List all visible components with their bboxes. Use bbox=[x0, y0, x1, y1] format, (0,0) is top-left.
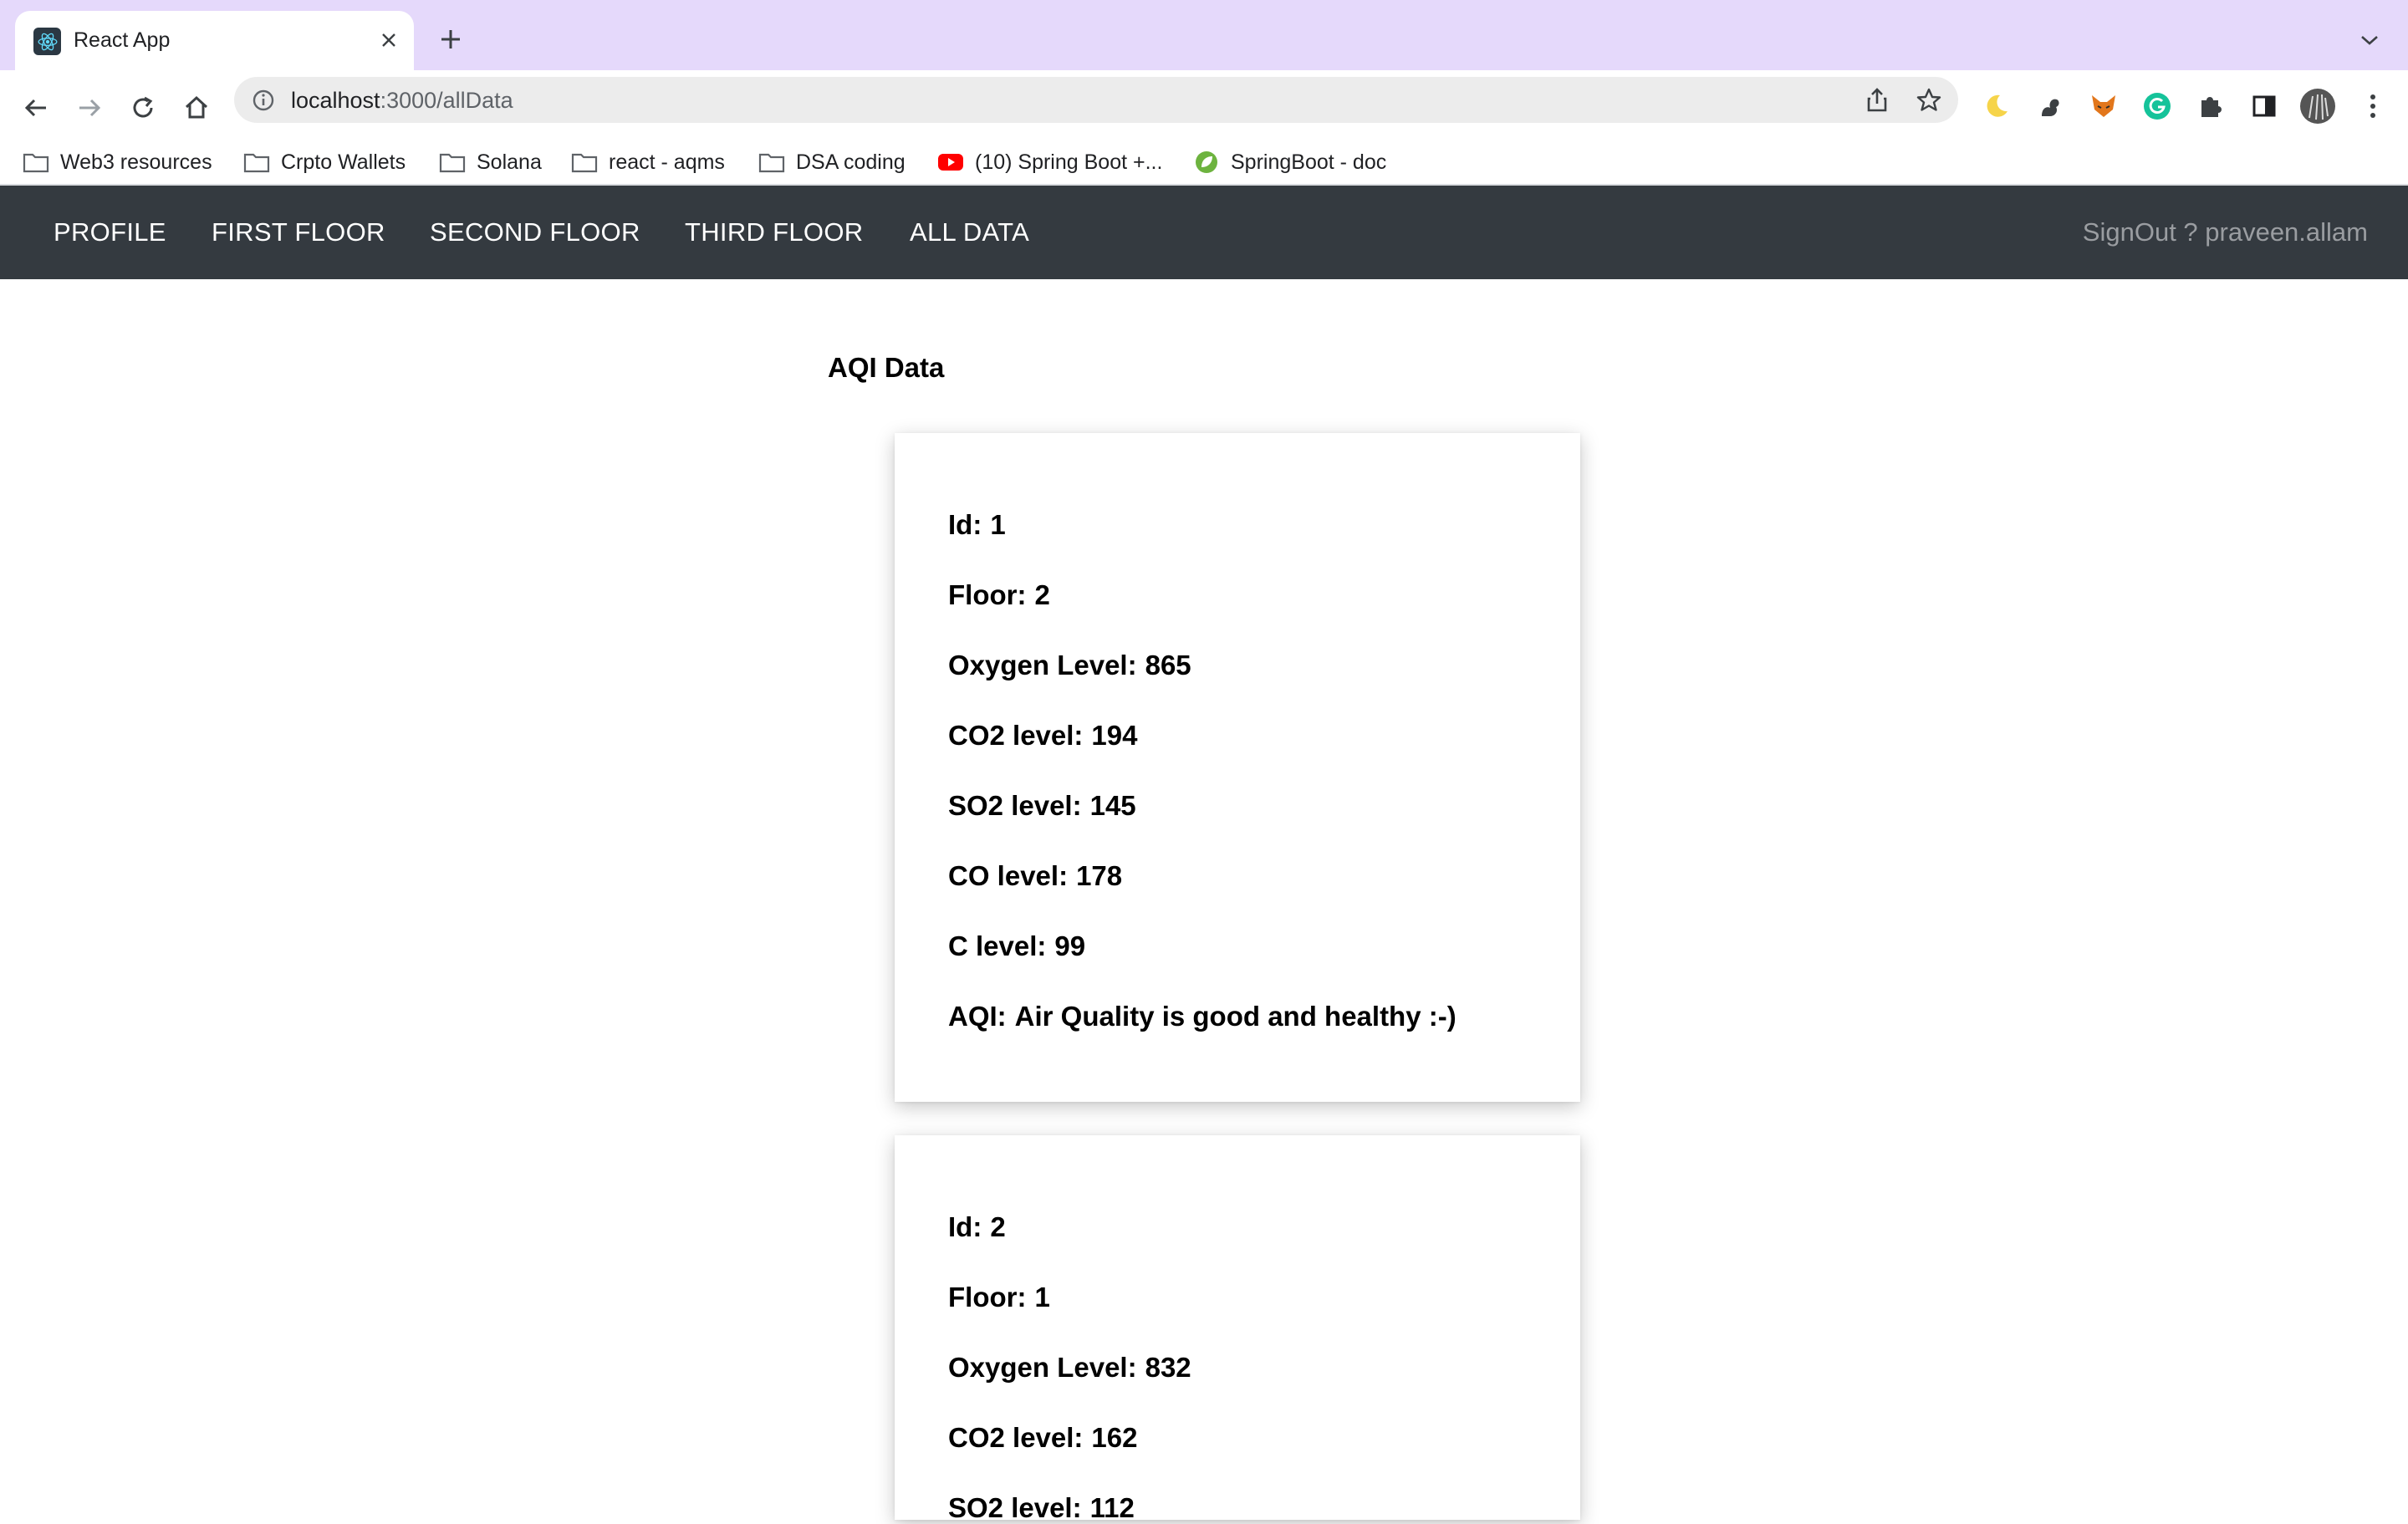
field-label: SO2 level: bbox=[948, 790, 1082, 821]
bookmark-label: react - aqms bbox=[609, 150, 725, 174]
grammarly-icon[interactable] bbox=[2139, 88, 2176, 125]
moon-icon[interactable] bbox=[1978, 88, 2015, 125]
field-value: 112 bbox=[1089, 1492, 1135, 1523]
record-c-level: C level: 99 bbox=[948, 930, 1085, 962]
bookmark-spring-boot-video[interactable]: (10) Spring Boot +... bbox=[936, 147, 1162, 177]
field-value: Air Quality is good and healthy :-) bbox=[1014, 1001, 1457, 1032]
bookmark-dsa-coding[interactable]: DSA coding bbox=[758, 147, 906, 177]
folder-icon bbox=[570, 150, 599, 175]
nav-third-floor[interactable]: THIRD FLOOR bbox=[685, 217, 863, 247]
bookmark-solana[interactable]: Solana bbox=[438, 147, 542, 177]
kebab-menu-icon[interactable] bbox=[2354, 88, 2391, 125]
field-value: 1 bbox=[990, 509, 1006, 540]
bookmark-label: DSA coding bbox=[796, 150, 906, 174]
record-co-level: CO level: 178 bbox=[948, 860, 1122, 892]
new-tab-button[interactable] bbox=[435, 23, 467, 55]
record-so2-level: SO2 level: 145 bbox=[948, 790, 1136, 822]
field-value: 2 bbox=[1034, 579, 1050, 610]
puzzle-icon[interactable] bbox=[2192, 88, 2229, 125]
field-value: 194 bbox=[1091, 720, 1138, 751]
field-value: 178 bbox=[1076, 860, 1123, 891]
field-label: Oxygen Level: bbox=[948, 650, 1137, 680]
record-so2-level: SO2 level: 112 bbox=[948, 1492, 1135, 1524]
share-icon[interactable] bbox=[1863, 86, 1891, 115]
bookmarks-bar: Web3 resources Crpto Wallets Solana reac… bbox=[0, 139, 2408, 186]
fox-icon[interactable] bbox=[2085, 88, 2122, 125]
url-host: localhost bbox=[291, 88, 380, 113]
field-label: Floor: bbox=[948, 1282, 1027, 1312]
field-value: 145 bbox=[1089, 790, 1136, 821]
signout-link[interactable]: SignOut ? praveen.allam bbox=[2083, 217, 2368, 247]
record-co2-level: CO2 level: 194 bbox=[948, 720, 1137, 752]
nav-second-floor[interactable]: SECOND FLOOR bbox=[430, 217, 640, 247]
react-logo-icon bbox=[33, 28, 61, 55]
bookmark-label: Solana bbox=[477, 150, 542, 174]
field-label: Id: bbox=[948, 1211, 982, 1242]
app-navbar: PROFILE FIRST FLOOR SECOND FLOOR THIRD F… bbox=[0, 186, 2408, 279]
field-label: CO level: bbox=[948, 860, 1069, 891]
tab-strip: React App bbox=[0, 0, 2408, 70]
field-value: 1 bbox=[1034, 1282, 1050, 1312]
nav-first-floor[interactable]: FIRST FLOOR bbox=[212, 217, 385, 247]
squirrel-icon[interactable] bbox=[2032, 88, 2069, 125]
aqi-record-card: Id: 2 Floor: 1 Oxygen Level: 832 CO2 level:… bbox=[895, 1135, 1580, 1523]
field-value: 865 bbox=[1145, 650, 1191, 680]
field-label: Id: bbox=[948, 509, 982, 540]
record-oxygen-level: Oxygen Level: 832 bbox=[948, 1352, 1191, 1384]
bookmark-label: Crpto Wallets bbox=[281, 150, 406, 174]
close-tab-icon[interactable] bbox=[374, 25, 404, 55]
record-floor: Floor: 1 bbox=[948, 1282, 1050, 1313]
bookmark-react-aqms[interactable]: react - aqms bbox=[570, 147, 725, 177]
profile-avatar[interactable] bbox=[2299, 88, 2336, 125]
bookmark-crypto-wallets[interactable]: Crpto Wallets bbox=[242, 147, 406, 177]
field-value: 2 bbox=[990, 1211, 1006, 1242]
youtube-icon bbox=[936, 150, 965, 175]
field-label: AQI: bbox=[948, 1001, 1007, 1032]
field-value: 162 bbox=[1091, 1422, 1138, 1453]
field-label: Floor: bbox=[948, 579, 1027, 610]
browser-toolbar: localhost:3000/allData Web3 resources Cr… bbox=[0, 70, 2408, 201]
bookmark-label: SpringBoot - doc bbox=[1231, 150, 1387, 174]
record-oxygen-level: Oxygen Level: 865 bbox=[948, 650, 1191, 681]
back-arrow-icon[interactable] bbox=[15, 87, 57, 129]
nav-all-data[interactable]: ALL DATA bbox=[910, 217, 1029, 247]
record-id: Id: 2 bbox=[948, 1211, 1006, 1243]
record-floor: Floor: 2 bbox=[948, 579, 1050, 611]
field-label: C level: bbox=[948, 930, 1047, 961]
browser-tab[interactable]: React App bbox=[15, 11, 414, 70]
tab-title: React App bbox=[74, 28, 171, 52]
record-co2-level: CO2 level: 162 bbox=[948, 1422, 1137, 1454]
reload-icon[interactable] bbox=[122, 87, 164, 129]
tab-search-chevron-icon[interactable] bbox=[2354, 25, 2385, 55]
folder-icon bbox=[22, 150, 50, 175]
bookmark-label: Web3 resources bbox=[60, 150, 212, 174]
field-label: CO2 level: bbox=[948, 720, 1084, 751]
url-path: :3000/allData bbox=[380, 88, 513, 113]
bookmark-star-icon[interactable] bbox=[1915, 86, 1943, 115]
aqi-record-card: Id: 1 Floor: 2 Oxygen Level: 865 CO2 level:… bbox=[895, 433, 1580, 1102]
field-label: CO2 level: bbox=[948, 1422, 1084, 1453]
url-text: localhost:3000/allData bbox=[291, 88, 513, 114]
page-title: AQI Data bbox=[828, 352, 945, 383]
folder-icon bbox=[242, 150, 271, 175]
home-icon[interactable] bbox=[176, 87, 217, 129]
folder-icon bbox=[758, 150, 786, 175]
record-id: Id: 1 bbox=[948, 509, 1006, 541]
site-info-icon[interactable] bbox=[251, 88, 276, 113]
nav-profile[interactable]: PROFILE bbox=[54, 217, 166, 247]
spring-leaf-icon bbox=[1192, 150, 1221, 175]
field-value: 99 bbox=[1054, 930, 1086, 961]
bookmark-springboot-doc[interactable]: SpringBoot - doc bbox=[1192, 147, 1386, 177]
field-label: Oxygen Level: bbox=[948, 1352, 1137, 1383]
field-label: SO2 level: bbox=[948, 1492, 1082, 1523]
forward-arrow-icon[interactable] bbox=[69, 87, 110, 129]
address-bar[interactable]: localhost:3000/allData bbox=[234, 77, 1958, 123]
bookmark-label: (10) Spring Boot +... bbox=[975, 150, 1163, 174]
folder-icon bbox=[438, 150, 467, 175]
sidebar-icon[interactable] bbox=[2246, 88, 2283, 125]
bookmark-web3-resources[interactable]: Web3 resources bbox=[22, 147, 212, 177]
record-aqi: AQI: Air Quality is good and healthy :-) bbox=[948, 1001, 1457, 1032]
field-value: 832 bbox=[1145, 1352, 1191, 1383]
